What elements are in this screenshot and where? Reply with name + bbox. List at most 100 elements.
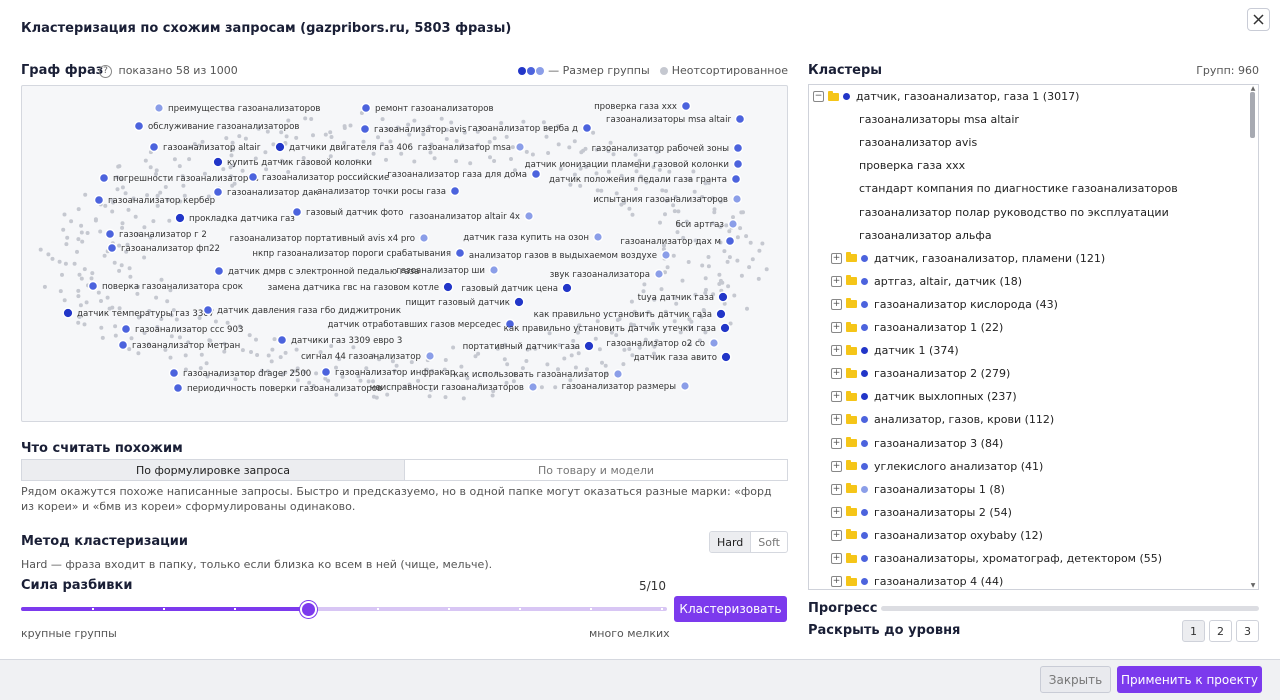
cluster-phrase[interactable]: газоанализатор avis	[809, 131, 977, 154]
graph-node[interactable]	[168, 367, 180, 379]
graph-node[interactable]	[320, 366, 332, 378]
cluster-group[interactable]: + датчик, газоанализатор, пламени (121)	[809, 247, 1105, 270]
graph-node[interactable]	[528, 382, 539, 393]
graph-node[interactable]	[106, 242, 118, 254]
graph-node[interactable]	[719, 322, 731, 334]
graph-node[interactable]	[715, 308, 727, 320]
graph-node[interactable]	[730, 173, 742, 185]
collapse-icon[interactable]: −	[813, 91, 824, 102]
close-dialog-button[interactable]: Закрыть	[1040, 666, 1111, 693]
graph-node[interactable]	[247, 171, 259, 183]
graph-node[interactable]	[153, 103, 164, 114]
apply-button[interactable]: Применить к проекту	[1117, 666, 1262, 693]
graph-node[interactable]	[442, 281, 454, 293]
phrase-graph[interactable]: преимущества газоанализаторов ремонт газо…	[21, 85, 788, 422]
expand-icon[interactable]: +	[831, 437, 842, 449]
scroll-up-icon[interactable]: ▲	[1249, 85, 1257, 92]
graph-node[interactable]	[732, 193, 743, 204]
graph-node[interactable]	[360, 102, 372, 114]
method-soft-button[interactable]: Soft	[751, 532, 787, 552]
expand-icon[interactable]: +	[831, 483, 842, 495]
expand-icon[interactable]: +	[831, 460, 842, 472]
graph-node[interactable]	[93, 194, 105, 206]
scroll-down-icon[interactable]: ▼	[1249, 582, 1257, 589]
expand-icon[interactable]: +	[831, 322, 842, 333]
graph-node[interactable]	[489, 264, 500, 275]
graph-node[interactable]	[120, 323, 132, 335]
graph-node[interactable]	[174, 212, 186, 224]
cluster-tree[interactable]: + газоанализатор 4 (44) + газоанализаторы, …	[808, 84, 1259, 590]
cluster-group[interactable]: + газоанализатор 1 (22)	[809, 316, 1003, 339]
cluster-group[interactable]: + датчик 1 (374)	[809, 339, 959, 362]
graph-node[interactable]	[732, 142, 744, 154]
graph-node[interactable]	[709, 337, 720, 348]
graph-node[interactable]	[680, 100, 692, 112]
expand-icon[interactable]: +	[831, 298, 842, 310]
expand-icon[interactable]: +	[831, 345, 842, 357]
cluster-button[interactable]: Кластеризовать	[674, 596, 787, 622]
graph-node[interactable]	[117, 339, 129, 351]
graph-node[interactable]	[291, 206, 303, 218]
cluster-group[interactable]: + газоанализатор кислорода (43)	[809, 293, 1058, 316]
cluster-group[interactable]: + газоанализатор 2 (279)	[809, 362, 1010, 385]
graph-node[interactable]	[202, 304, 214, 316]
graph-node[interactable]	[561, 282, 573, 294]
cluster-phrase[interactable]: газоанализатор полар руководство по эксп…	[809, 201, 1169, 224]
cluster-group[interactable]: + анализатор, газов, крови (112)	[809, 408, 1054, 431]
expand-icon[interactable]: +	[831, 275, 842, 287]
graph-node[interactable]	[654, 268, 665, 279]
graph-node[interactable]	[732, 158, 744, 170]
cluster-group[interactable]: + газоанализаторы, хроматограф, детекторо…	[809, 547, 1162, 570]
graph-node[interactable]	[148, 141, 160, 153]
graph-node[interactable]	[717, 291, 729, 303]
expand-icon[interactable]: +	[831, 576, 842, 588]
graph-node[interactable]	[724, 235, 736, 247]
cluster-group[interactable]: + газоанализатор 4 (44)	[809, 570, 1003, 589]
expand-icon[interactable]: +	[831, 391, 842, 403]
expand-icon[interactable]: +	[831, 506, 842, 518]
level-2-button[interactable]: 2	[1209, 620, 1232, 642]
graph-node[interactable]	[728, 218, 739, 229]
slider-thumb[interactable]	[300, 601, 317, 618]
scroll-thumb[interactable]	[1250, 92, 1255, 138]
cluster-group[interactable]: + газоанализаторы 2 (54)	[809, 501, 1012, 524]
graph-node[interactable]	[593, 231, 604, 242]
graph-node[interactable]	[613, 369, 624, 380]
graph-node[interactable]	[133, 120, 145, 132]
cluster-group[interactable]: + газоанализаторы 1 (8)	[809, 478, 1005, 501]
cluster-group[interactable]: + газоанализатор 3 (84)	[809, 432, 1003, 455]
graph-node[interactable]	[530, 168, 542, 180]
graph-node[interactable]	[419, 232, 430, 243]
tree-scrollbar[interactable]: ▲ ▼	[1249, 85, 1257, 589]
graph-node[interactable]	[513, 296, 525, 308]
graph-node[interactable]	[62, 307, 74, 319]
graph-node[interactable]	[212, 156, 224, 168]
expand-icon[interactable]: +	[831, 553, 842, 564]
graph-node[interactable]	[276, 334, 288, 346]
expand-icon[interactable]: +	[831, 368, 842, 380]
graph-node[interactable]	[583, 340, 595, 352]
graph-node[interactable]	[98, 172, 110, 184]
graph-node[interactable]	[87, 280, 99, 292]
graph-node[interactable]	[172, 382, 184, 394]
graph-node[interactable]	[425, 351, 436, 362]
graph-node[interactable]	[274, 141, 286, 153]
expand-icon[interactable]: +	[831, 414, 842, 426]
help-icon[interactable]: ?	[99, 64, 112, 78]
cluster-group[interactable]: + газоанализатор oxybaby (12)	[809, 524, 1043, 547]
strength-slider[interactable]	[21, 601, 667, 618]
level-1-button[interactable]: 1	[1182, 620, 1205, 642]
close-button[interactable]	[1247, 8, 1270, 31]
cluster-phrase[interactable]: стандарт компания по диагностике газоана…	[809, 177, 1178, 200]
graph-node[interactable]	[524, 210, 535, 221]
cluster-root[interactable]: − датчик, газоанализатор, газа 1 (3017)	[809, 85, 1079, 108]
method-hard-button[interactable]: Hard	[709, 532, 752, 552]
level-3-button[interactable]: 3	[1236, 620, 1259, 642]
expand-icon[interactable]: +	[831, 529, 842, 541]
cluster-group[interactable]: + артгаз, altair, датчик (18)	[809, 270, 1022, 293]
cluster-phrase[interactable]: проверка газа ххх	[809, 154, 965, 177]
cluster-phrase[interactable]: газоанализаторы msa altair	[809, 108, 1019, 131]
graph-node[interactable]	[581, 122, 593, 134]
tab-formulation[interactable]: По формулировке запроса	[22, 460, 405, 480]
tab-product-model[interactable]: По товару и модели	[405, 460, 787, 480]
